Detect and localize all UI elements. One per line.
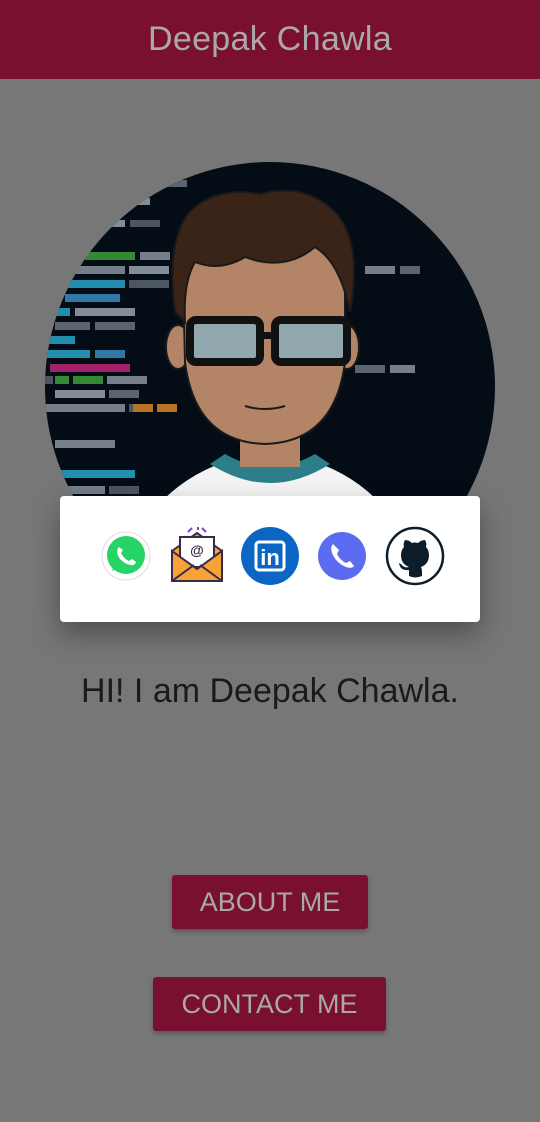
about-me-button[interactable]: ABOUT ME bbox=[172, 875, 368, 929]
app-title: Deepak Chawla bbox=[148, 20, 392, 58]
app-bar: Deepak Chawla bbox=[0, 0, 540, 79]
linkedin-icon[interactable]: in bbox=[240, 526, 300, 586]
github-icon[interactable] bbox=[385, 526, 445, 586]
email-icon[interactable]: @ bbox=[167, 526, 227, 586]
social-share-sheet: @ in bbox=[60, 496, 480, 622]
whatsapp-icon[interactable] bbox=[96, 526, 156, 586]
contact-me-button[interactable]: CONTACT ME bbox=[153, 977, 386, 1031]
phone-icon[interactable] bbox=[312, 526, 372, 586]
linkedin-glyph: in bbox=[260, 545, 280, 570]
email-at-glyph: @ bbox=[190, 542, 204, 558]
greeting-text: HI! I am Deepak Chawla. bbox=[81, 672, 459, 710]
